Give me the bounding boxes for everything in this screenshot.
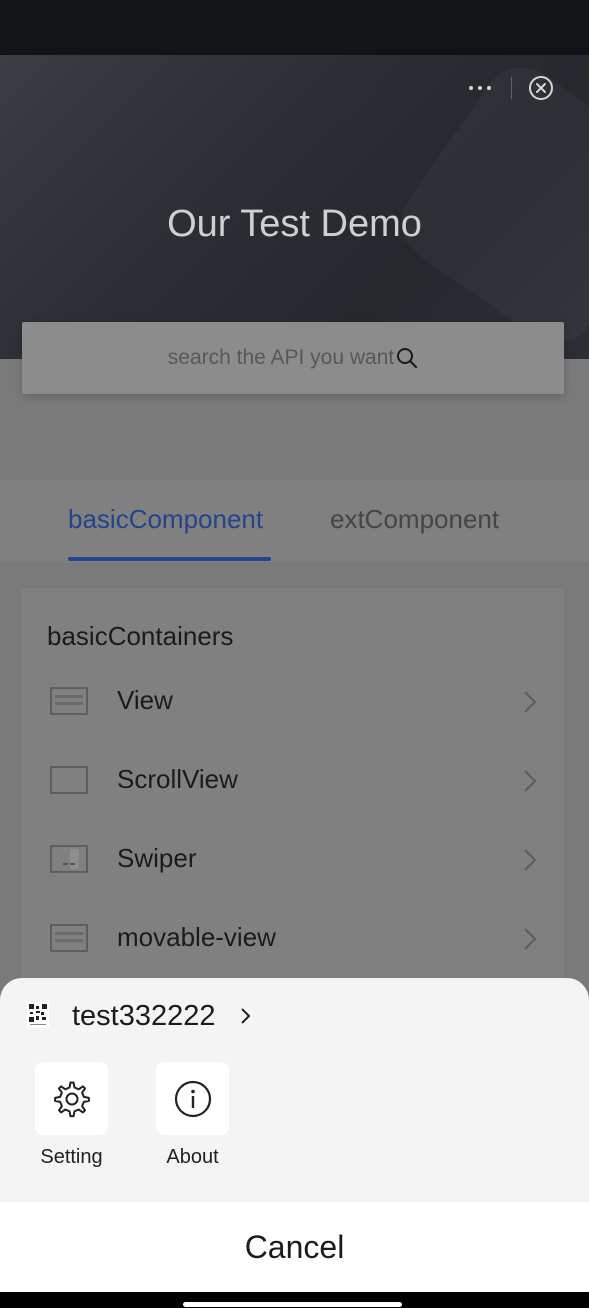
list-item-view[interactable]: View [21,667,564,746]
info-icon [174,1080,211,1117]
scrollview-icon [50,766,88,794]
home-indicator[interactable] [183,1302,402,1307]
status-bar [0,0,589,56]
search-box[interactable]: search the API you want [22,322,564,394]
app-qr-logo-icon [27,1002,49,1028]
movable-view-icon [50,924,88,952]
close-circle-icon [528,76,553,100]
more-dot-icon [487,86,491,90]
about-label: About [166,1146,219,1168]
list-item-scrollview[interactable]: ScrollView [21,746,564,825]
about-action[interactable]: About [156,1062,229,1168]
component-list-card: basicContainers View ScrollView Swiper m… [21,588,564,1008]
menu-capsule [449,72,569,104]
list-item-label: View [117,685,173,715]
chevron-right-icon [524,691,537,713]
setting-button[interactable] [35,1062,108,1135]
tab-bar: basicComponent extComponent [0,480,589,562]
app-info-row[interactable]: test332222 [0,978,589,1054]
list-item-swiper[interactable]: Swiper [21,825,564,904]
chevron-right-icon [241,1008,251,1024]
search-placeholder: search the API you want [167,346,395,369]
list-item-movable-view[interactable]: movable-view [21,904,564,983]
page-title: Our Test Demo [167,203,422,245]
list-item-label: ScrollView [117,764,238,794]
search-icon [396,347,418,369]
view-icon [50,687,88,715]
chevron-right-icon [524,849,537,871]
active-tab-indicator [68,557,271,561]
cancel-button[interactable]: Cancel [0,1202,589,1292]
tab-ext-component[interactable]: extComponent [330,504,499,535]
section-title: basicContainers [47,621,234,651]
chevron-right-icon [524,770,537,792]
swiper-icon [50,845,88,873]
about-button[interactable] [156,1062,229,1135]
close-button[interactable] [512,72,569,104]
tab-basic-component[interactable]: basicComponent [68,504,263,535]
list-item-label: movable-view [117,922,276,952]
system-nav-bar [0,1292,589,1308]
chevron-right-icon [524,928,537,950]
more-dot-icon [478,86,482,90]
list-item-label: Swiper [117,843,197,873]
more-button[interactable] [449,72,511,104]
page-header: Our Test Demo [0,55,589,359]
setting-action[interactable]: Setting [35,1062,108,1168]
app-name: test332222 [72,1000,216,1032]
action-sheet: test332222 Setting About Cancel [0,978,589,1292]
more-dot-icon [469,86,473,90]
gear-icon [53,1081,90,1117]
setting-label: Setting [40,1146,103,1168]
